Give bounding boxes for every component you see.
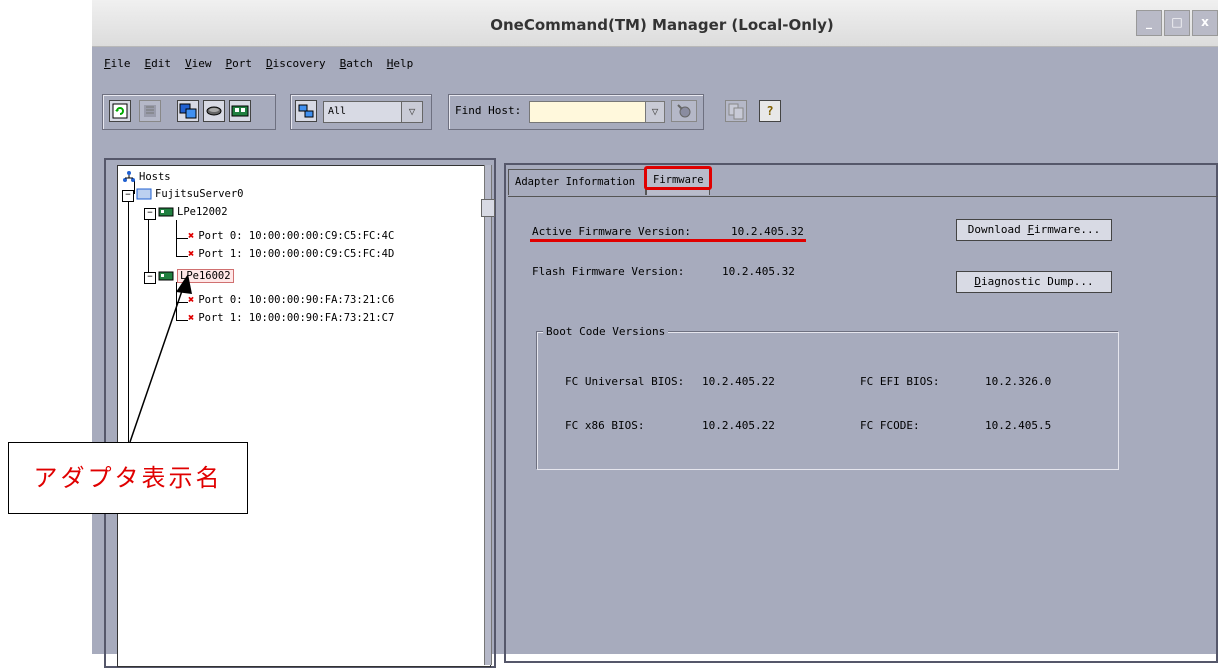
- annotation-callout: アダプタ表示名: [8, 442, 248, 514]
- annotation-arrowhead: [176, 274, 192, 294]
- annotation-overlay: [129, 274, 192, 443]
- annotation-arrow-line: [129, 281, 186, 443]
